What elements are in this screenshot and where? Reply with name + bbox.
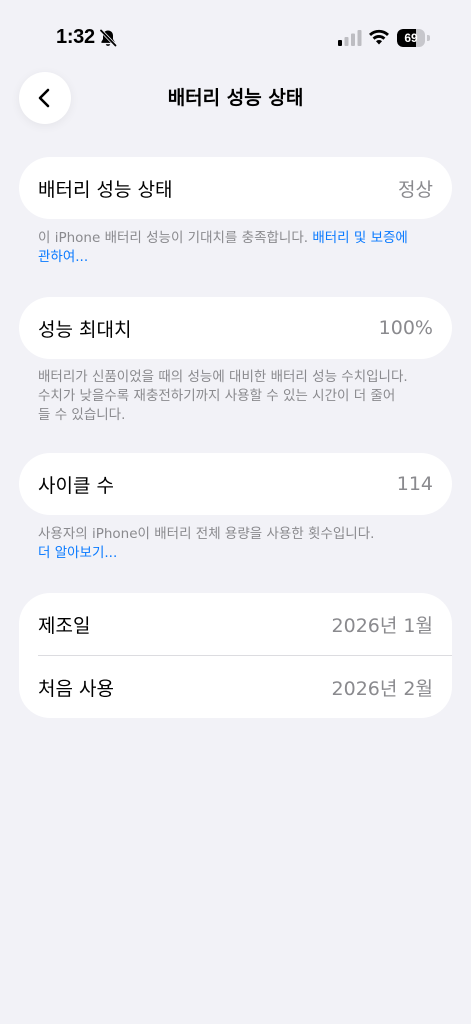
wifi-icon	[369, 29, 389, 45]
battery-health-card: 배터리 성능 상태 정상	[19, 157, 452, 219]
capacity-note-line3: 들 수 있습니다.	[38, 407, 126, 423]
maximum-capacity-card: 성능 최대치 100%	[19, 297, 452, 359]
battery-health-value: 정상	[398, 178, 433, 201]
battery-percent: 69	[404, 31, 418, 45]
first-use-label: 처음 사용	[38, 677, 114, 700]
first-use-value: 2026년 2월	[331, 677, 433, 700]
cycle-count-card: 사이클 수 114	[19, 453, 452, 515]
battery-tip	[427, 35, 430, 41]
cycle-count-value: 114	[396, 473, 433, 495]
battery-warranty-link-cont[interactable]: 관하여...	[38, 249, 88, 265]
cycle-count-row: 사이클 수 114	[19, 453, 452, 515]
manufacture-date-row: 제조일 2026년 1월	[19, 593, 452, 655]
maximum-capacity-note: 배터리가 신품이었을 때의 성능에 대비한 배터리 성능 수치입니다. 수치가 …	[38, 368, 438, 425]
cycle-count-label: 사이클 수	[38, 474, 114, 497]
bell-slash-icon	[99, 28, 118, 48]
manufacture-date-value: 2026년 1월	[331, 614, 433, 637]
manufacture-date-label: 제조일	[38, 614, 91, 637]
battery-health-note: 이 iPhone 배터리 성능이 기대치를 충족합니다. 배터리 및 보증에 관…	[38, 229, 438, 267]
battery-health-note-text: 이 iPhone 배터리 성능이 기대치를 충족합니다.	[38, 230, 313, 246]
capacity-note-line1: 배터리가 신품이었을 때의 성능에 대비한 배터리 성능 수치입니다.	[38, 369, 408, 385]
first-use-row: 처음 사용 2026년 2월	[19, 656, 452, 718]
battery-health-row: 배터리 성능 상태 정상	[19, 157, 452, 219]
battery-warranty-link[interactable]: 배터리 및 보증에	[312, 230, 408, 246]
cycle-count-note: 사용자의 iPhone이 배터리 전체 용량을 사용한 횟수입니다. 더 알아보…	[38, 525, 438, 563]
status-bar: 1:32 69	[0, 0, 471, 76]
battery-health-label: 배터리 성능 상태	[38, 178, 173, 201]
maximum-capacity-label: 성능 최대치	[38, 318, 132, 341]
page-title: 배터리 성능 상태	[167, 87, 304, 109]
learn-more-link[interactable]: 더 알아보기...	[38, 545, 117, 561]
capacity-note-line2: 수치가 낮을수록 재충전하기까지 사용할 수 있는 시간이 더 줄어	[38, 388, 396, 404]
battery-body: 69	[397, 29, 425, 47]
status-time: 1:32	[56, 26, 95, 48]
maximum-capacity-row: 성능 최대치 100%	[19, 297, 452, 359]
cellular-signal-icon	[338, 30, 362, 46]
battery-icon: 69	[397, 29, 431, 47]
battery-dates-card: 제조일 2026년 1월 처음 사용 2026년 2월	[19, 593, 452, 718]
cycle-count-note-text: 사용자의 iPhone이 배터리 전체 용량을 사용한 횟수입니다.	[38, 526, 375, 542]
maximum-capacity-value: 100%	[378, 317, 433, 339]
